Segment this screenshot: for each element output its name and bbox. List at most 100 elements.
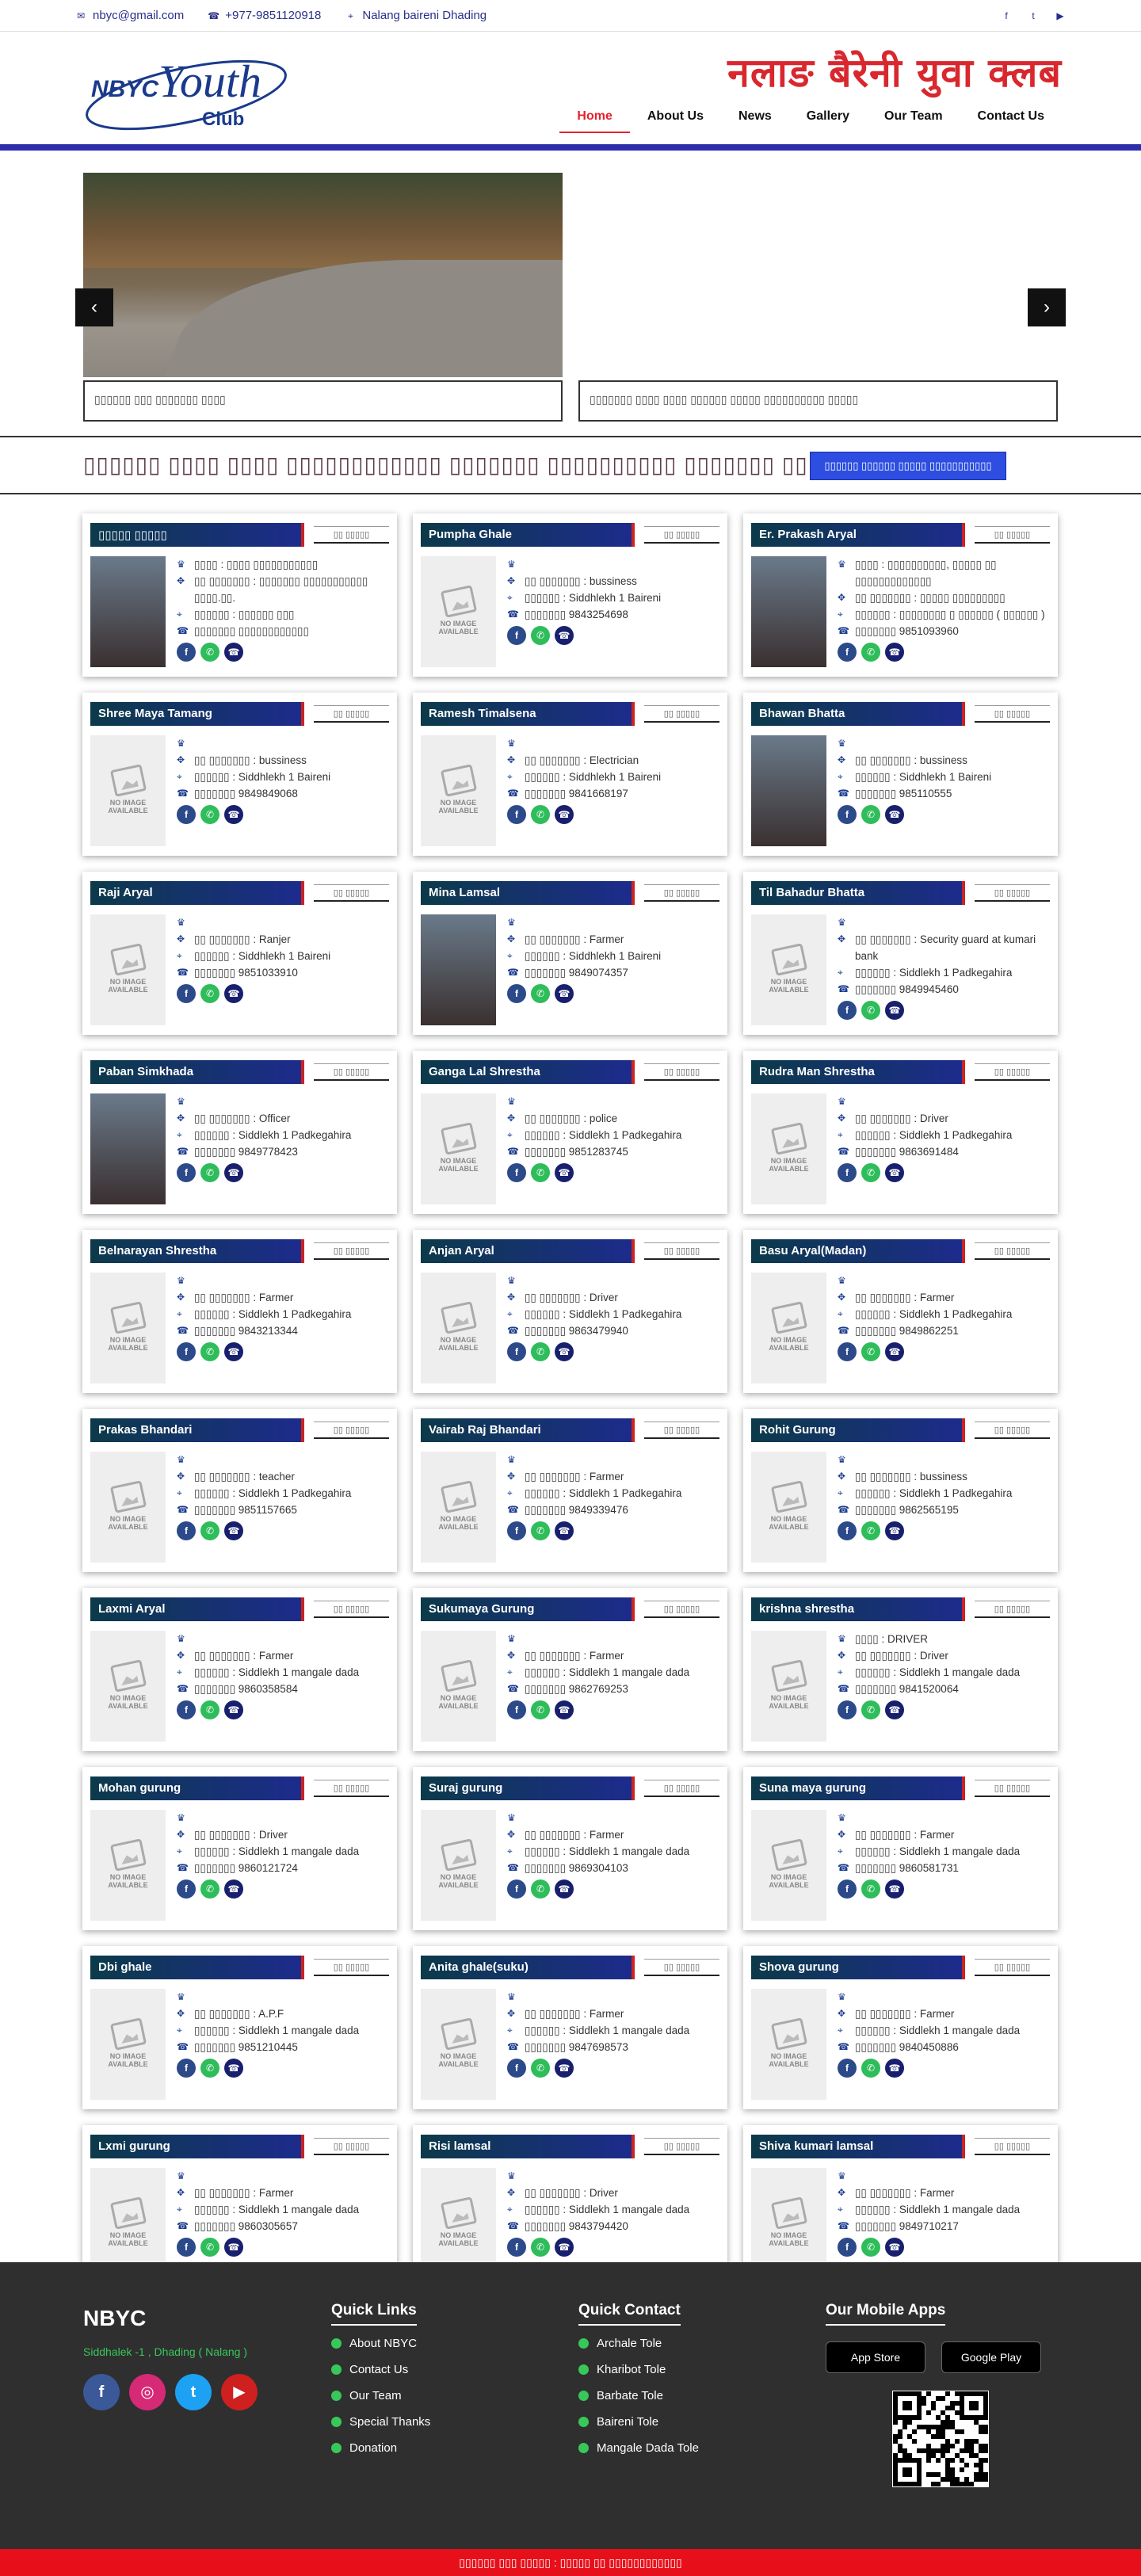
whatsapp-icon[interactable]: ✆ [200,1521,219,1540]
facebook-icon[interactable]: f [838,1880,857,1899]
facebook-icon[interactable]: f [838,805,857,824]
facebook-icon[interactable]: f [838,1163,857,1182]
nav-home[interactable]: Home [559,101,630,133]
call-icon[interactable]: ☎ [555,2238,574,2257]
facebook-icon[interactable]: f [1001,10,1012,21]
slide-caption-1[interactable]: ▯▯▯▯▯▯ ▯▯▯ ▯▯▯▯▯▯▯ ▯▯▯▯ [83,380,563,422]
facebook-icon[interactable]: f [838,1521,857,1540]
whatsapp-icon[interactable]: ✆ [531,1163,550,1182]
whatsapp-icon[interactable]: ✆ [531,984,550,1003]
footer-contact-item[interactable]: Kharibot Tole [578,2363,699,2376]
facebook-icon[interactable]: f [507,1880,526,1899]
facebook-icon[interactable]: f [507,984,526,1003]
footer-link-about[interactable]: About NBYC [331,2337,430,2350]
call-icon[interactable]: ☎ [555,984,574,1003]
whatsapp-icon[interactable]: ✆ [200,1700,219,1719]
call-icon[interactable]: ☎ [224,2238,243,2257]
facebook-icon[interactable]: f [507,1163,526,1182]
call-icon[interactable]: ☎ [224,1880,243,1899]
call-icon[interactable]: ☎ [224,2059,243,2078]
footer-contact-item[interactable]: Archale Tole [578,2337,699,2350]
call-icon[interactable]: ☎ [555,2059,574,2078]
facebook-icon[interactable]: f [507,2059,526,2078]
facebook-icon[interactable]: f [177,805,196,824]
slider-prev-button[interactable]: ‹ [75,288,113,326]
call-icon[interactable]: ☎ [224,805,243,824]
call-icon[interactable]: ☎ [555,1342,574,1361]
footer-link-team[interactable]: Our Team [331,2389,430,2402]
whatsapp-icon[interactable]: ✆ [861,1700,880,1719]
whatsapp-icon[interactable]: ✆ [200,643,219,662]
call-icon[interactable]: ☎ [555,1880,574,1899]
nav-team[interactable]: Our Team [867,101,960,133]
call-icon[interactable]: ☎ [555,1163,574,1182]
whatsapp-icon[interactable]: ✆ [531,2059,550,2078]
whatsapp-icon[interactable]: ✆ [861,1001,880,1020]
facebook-icon[interactable]: f [177,1700,196,1719]
call-icon[interactable]: ☎ [885,1700,904,1719]
call-icon[interactable]: ☎ [885,805,904,824]
call-icon[interactable]: ☎ [224,1521,243,1540]
footer-link-thanks[interactable]: Special Thanks [331,2415,430,2429]
footer-instagram-icon[interactable]: ◎ [129,2374,166,2410]
facebook-icon[interactable]: f [177,1342,196,1361]
facebook-icon[interactable]: f [838,1342,857,1361]
facebook-icon[interactable]: f [177,643,196,662]
facebook-icon[interactable]: f [177,1521,196,1540]
footer-link-contact[interactable]: Contact Us [331,2363,430,2376]
whatsapp-icon[interactable]: ✆ [531,1342,550,1361]
notice-button[interactable]: ▯▯▯▯▯▯ ▯▯▯▯▯▯ ▯▯▯▯▯ ▯▯▯▯▯▯▯▯▯▯▯ [810,452,1006,480]
call-icon[interactable]: ☎ [224,1700,243,1719]
facebook-icon[interactable]: f [507,1521,526,1540]
facebook-icon[interactable]: f [177,2238,196,2257]
nav-gallery[interactable]: Gallery [789,101,867,133]
call-icon[interactable]: ☎ [885,643,904,662]
whatsapp-icon[interactable]: ✆ [531,1521,550,1540]
footer-facebook-icon[interactable]: f [83,2374,120,2410]
footer-link-donation[interactable]: Donation [331,2441,430,2455]
whatsapp-icon[interactable]: ✆ [861,2059,880,2078]
whatsapp-icon[interactable]: ✆ [861,805,880,824]
call-icon[interactable]: ☎ [555,1521,574,1540]
google-play-badge[interactable]: Google Play [941,2341,1041,2373]
footer-twitter-icon[interactable]: t [175,2374,212,2410]
facebook-icon[interactable]: f [507,805,526,824]
whatsapp-icon[interactable]: ✆ [861,1880,880,1899]
nav-about[interactable]: About Us [630,101,721,133]
youtube-icon[interactable]: ▶ [1055,10,1066,21]
whatsapp-icon[interactable]: ✆ [531,626,550,645]
call-icon[interactable]: ☎ [224,1342,243,1361]
whatsapp-icon[interactable]: ✆ [200,1880,219,1899]
call-icon[interactable]: ☎ [555,626,574,645]
whatsapp-icon[interactable]: ✆ [200,1342,219,1361]
twitter-icon[interactable]: t [1028,10,1039,21]
facebook-icon[interactable]: f [838,1700,857,1719]
slider-next-button[interactable]: › [1028,288,1066,326]
call-icon[interactable]: ☎ [885,1521,904,1540]
app-store-badge[interactable]: App Store [826,2341,925,2373]
facebook-icon[interactable]: f [177,1880,196,1899]
facebook-icon[interactable]: f [507,626,526,645]
call-icon[interactable]: ☎ [885,2059,904,2078]
whatsapp-icon[interactable]: ✆ [861,1342,880,1361]
facebook-icon[interactable]: f [507,2238,526,2257]
footer-youtube-icon[interactable]: ▶ [221,2374,258,2410]
facebook-icon[interactable]: f [507,1700,526,1719]
facebook-icon[interactable]: f [838,1001,857,1020]
whatsapp-icon[interactable]: ✆ [861,643,880,662]
call-icon[interactable]: ☎ [224,984,243,1003]
call-icon[interactable]: ☎ [885,1342,904,1361]
call-icon[interactable]: ☎ [885,1163,904,1182]
nav-contact[interactable]: Contact Us [960,101,1062,133]
facebook-icon[interactable]: f [838,2059,857,2078]
nbyc-logo[interactable]: NBYC Youth Club [83,48,297,139]
facebook-icon[interactable]: f [838,643,857,662]
whatsapp-icon[interactable]: ✆ [200,1163,219,1182]
phone-link[interactable]: +977-9851120918 [225,9,321,22]
whatsapp-icon[interactable]: ✆ [531,805,550,824]
whatsapp-icon[interactable]: ✆ [861,1163,880,1182]
whatsapp-icon[interactable]: ✆ [200,2238,219,2257]
call-icon[interactable]: ☎ [224,1163,243,1182]
call-icon[interactable]: ☎ [224,643,243,662]
call-icon[interactable]: ☎ [885,1880,904,1899]
